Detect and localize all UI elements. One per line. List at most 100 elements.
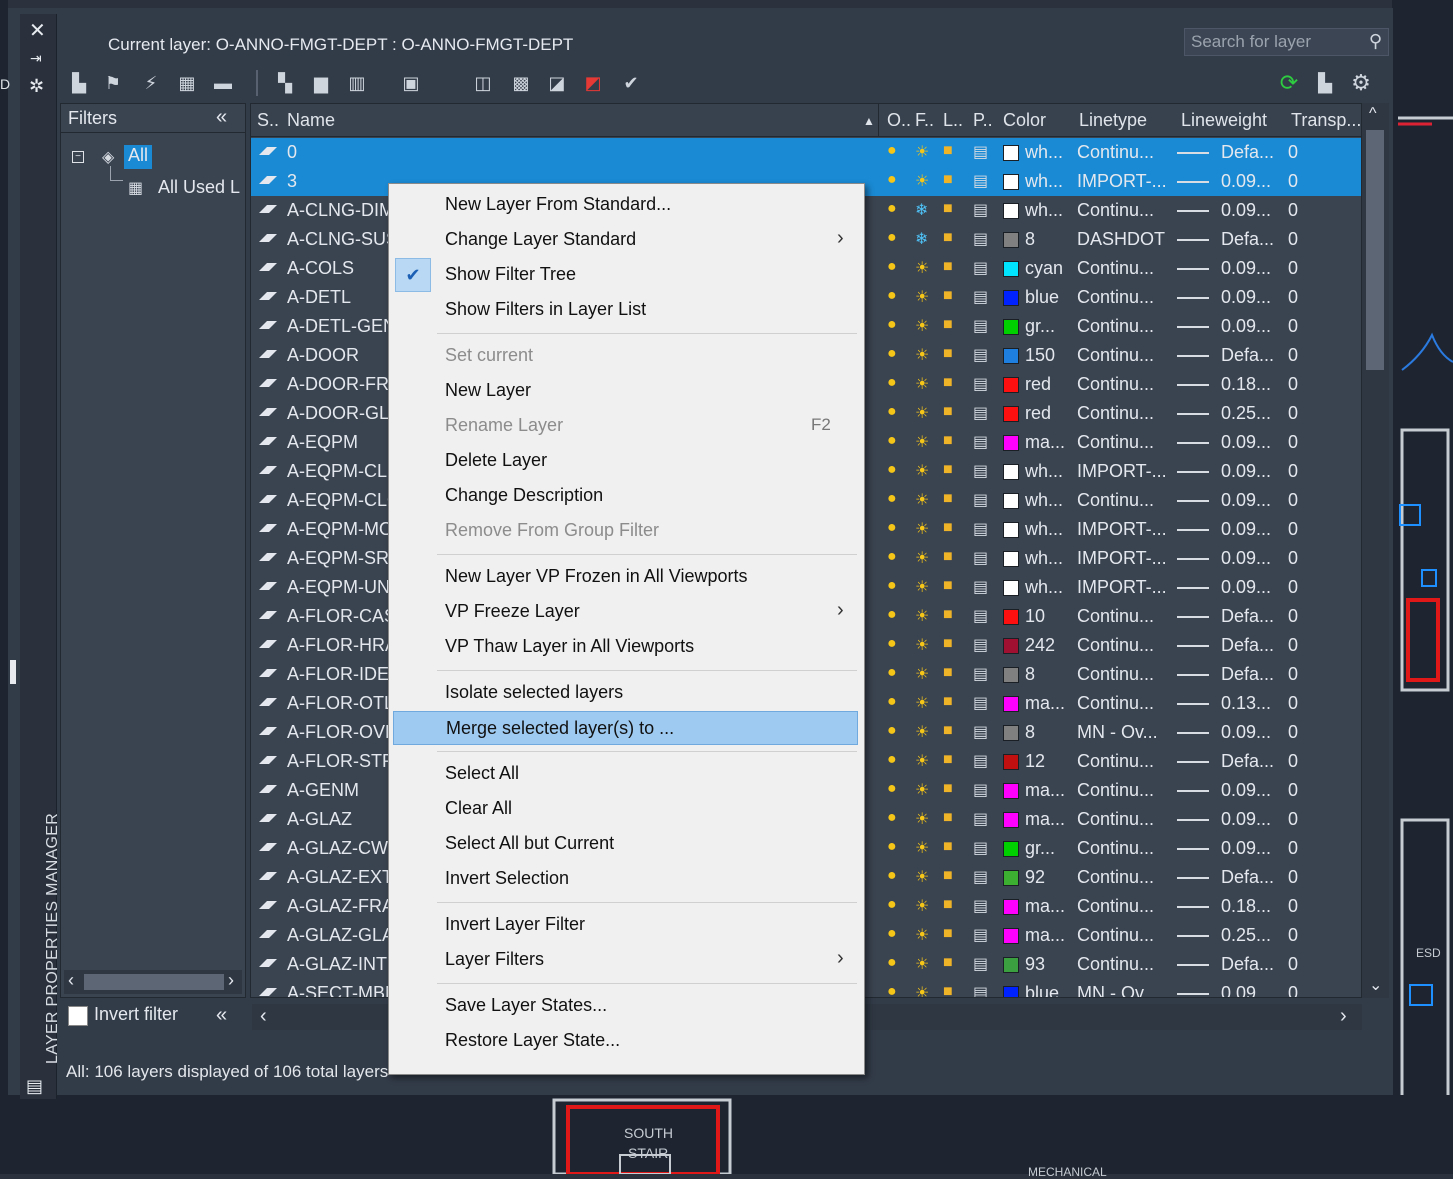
on-bulb-icon[interactable]: ● bbox=[887, 229, 897, 247]
unlocked-icon[interactable]: ■ bbox=[943, 345, 953, 363]
linetype[interactable]: Continu... bbox=[1077, 316, 1154, 337]
thawed-sun-icon[interactable]: ☀ bbox=[915, 693, 929, 713]
layer-tool-icon[interactable]: ▬ bbox=[210, 70, 236, 96]
linetype[interactable]: IMPORT-... bbox=[1077, 171, 1167, 192]
menu-item[interactable]: Restore Layer State... bbox=[393, 1024, 858, 1058]
menu-item[interactable]: Layer Filters › bbox=[393, 943, 858, 977]
plot-printer-icon[interactable]: ▤ bbox=[973, 345, 988, 365]
color-swatch[interactable] bbox=[1003, 638, 1019, 654]
color-name[interactable]: ma... bbox=[1025, 809, 1065, 830]
color-swatch[interactable] bbox=[1003, 696, 1019, 712]
collapse-filter-pane-button[interactable]: « bbox=[216, 1004, 227, 1027]
linetype[interactable]: IMPORT-... bbox=[1077, 519, 1167, 540]
menu-item[interactable]: Select All but Current bbox=[393, 827, 858, 861]
unlocked-icon[interactable]: ■ bbox=[943, 722, 953, 740]
thawed-sun-icon[interactable]: ☀ bbox=[915, 983, 929, 997]
menu-item[interactable]: Change Description bbox=[393, 479, 858, 513]
search-icon[interactable]: ⚲ bbox=[1369, 31, 1382, 52]
plot-printer-icon[interactable]: ▤ bbox=[973, 780, 988, 800]
plot-printer-icon[interactable]: ▤ bbox=[973, 548, 988, 568]
lineweight[interactable]: Defa... bbox=[1221, 664, 1274, 685]
on-bulb-icon[interactable]: ● bbox=[887, 577, 897, 595]
thawed-sun-icon[interactable]: ☀ bbox=[915, 490, 929, 510]
lineweight[interactable]: Defa... bbox=[1221, 229, 1274, 250]
plot-printer-icon[interactable]: ▤ bbox=[973, 200, 988, 220]
on-bulb-icon[interactable]: ● bbox=[887, 809, 897, 827]
on-bulb-icon[interactable]: ● bbox=[887, 954, 897, 972]
menu-item[interactable]: Select All bbox=[393, 757, 858, 791]
on-bulb-icon[interactable]: ● bbox=[887, 867, 897, 885]
layer-settings-icon[interactable]: ▤ bbox=[26, 1076, 43, 1097]
linetype[interactable]: IMPORT-... bbox=[1077, 577, 1167, 598]
color-name[interactable]: blue bbox=[1025, 287, 1059, 308]
unlocked-icon[interactable]: ■ bbox=[943, 432, 953, 450]
thawed-sun-icon[interactable]: ☀ bbox=[915, 896, 929, 916]
color-name[interactable]: red bbox=[1025, 403, 1051, 424]
new-vp-frozen-layer-icon[interactable]: ▩ bbox=[508, 70, 534, 96]
properties-gear-icon[interactable]: ✲ bbox=[29, 76, 44, 97]
unlocked-icon[interactable]: ■ bbox=[943, 374, 953, 392]
unlocked-icon[interactable]: ■ bbox=[943, 664, 953, 682]
color-swatch[interactable] bbox=[1003, 841, 1019, 857]
on-bulb-icon[interactable]: ● bbox=[887, 548, 897, 566]
unlocked-icon[interactable]: ■ bbox=[943, 519, 953, 537]
lineweight[interactable]: 0.09... bbox=[1221, 780, 1271, 801]
linetype[interactable]: Continu... bbox=[1077, 780, 1154, 801]
linetype[interactable]: Continu... bbox=[1077, 606, 1154, 627]
layer-row[interactable]: 0 ● ☀ ■ ▤ wh... Continu... Defa... 0 bbox=[251, 138, 1361, 167]
linetype[interactable]: Continu... bbox=[1077, 200, 1154, 221]
plot-printer-icon[interactable]: ▤ bbox=[973, 258, 988, 278]
plot-printer-icon[interactable]: ▤ bbox=[973, 374, 988, 394]
transparency[interactable]: 0 bbox=[1288, 838, 1298, 859]
on-bulb-icon[interactable]: ● bbox=[887, 461, 897, 479]
linetype[interactable]: Continu... bbox=[1077, 287, 1154, 308]
transparency[interactable]: 0 bbox=[1288, 896, 1298, 917]
color-name[interactable]: gr... bbox=[1025, 838, 1055, 859]
menu-item[interactable]: Delete Layer bbox=[393, 444, 858, 478]
color-name[interactable]: 93 bbox=[1025, 954, 1045, 975]
unlocked-icon[interactable]: ■ bbox=[943, 809, 953, 827]
menu-item[interactable]: Show Filters in Layer List bbox=[393, 293, 858, 327]
thawed-sun-icon[interactable]: ☀ bbox=[915, 461, 929, 481]
plot-printer-icon[interactable]: ▤ bbox=[973, 519, 988, 539]
thawed-sun-icon[interactable]: ☀ bbox=[915, 722, 929, 742]
plot-printer-icon[interactable]: ▤ bbox=[973, 490, 988, 510]
menu-item[interactable]: Invert Selection bbox=[393, 862, 858, 896]
on-bulb-icon[interactable]: ● bbox=[887, 896, 897, 914]
on-bulb-icon[interactable]: ● bbox=[887, 490, 897, 508]
drawing-area[interactable]: ESD bbox=[1392, 0, 1453, 1174]
transparency[interactable]: 0 bbox=[1288, 751, 1298, 772]
filter-tree-pane[interactable] bbox=[60, 103, 246, 998]
thawed-sun-icon[interactable]: ☀ bbox=[915, 954, 929, 974]
on-bulb-icon[interactable]: ● bbox=[887, 664, 897, 682]
transparency[interactable]: 0 bbox=[1288, 664, 1298, 685]
unlocked-icon[interactable]: ■ bbox=[943, 925, 953, 943]
on-bulb-icon[interactable]: ● bbox=[887, 432, 897, 450]
linetype[interactable]: DASHDOT bbox=[1077, 229, 1165, 250]
filter-hscroll[interactable]: ‹ › bbox=[64, 970, 242, 994]
unlocked-icon[interactable]: ■ bbox=[943, 780, 953, 798]
transparency[interactable]: 0 bbox=[1288, 403, 1298, 424]
lineweight[interactable]: Defa... bbox=[1221, 142, 1274, 163]
lineweight[interactable]: 0.09... bbox=[1221, 838, 1271, 859]
scroll-right-icon[interactable]: › bbox=[228, 970, 234, 991]
filter-hscroll-thumb[interactable] bbox=[84, 974, 224, 990]
transparency[interactable]: 0 bbox=[1288, 171, 1298, 192]
unlocked-icon[interactable]: ■ bbox=[943, 693, 953, 711]
frozen-snowflake-icon[interactable]: ❄ bbox=[915, 229, 928, 249]
menu-item[interactable]: Invert Layer Filter bbox=[393, 908, 858, 942]
thawed-sun-icon[interactable]: ☀ bbox=[915, 316, 929, 336]
linetype[interactable]: Continu... bbox=[1077, 867, 1154, 888]
close-icon[interactable]: ✕ bbox=[29, 18, 46, 43]
color-name[interactable]: 8 bbox=[1025, 664, 1035, 685]
color-name[interactable]: wh... bbox=[1025, 171, 1063, 192]
thawed-sun-icon[interactable]: ☀ bbox=[915, 809, 929, 829]
plot-printer-icon[interactable]: ▤ bbox=[973, 316, 988, 336]
transparency[interactable]: 0 bbox=[1288, 345, 1298, 366]
linetype[interactable]: IMPORT-... bbox=[1077, 461, 1167, 482]
unlocked-icon[interactable]: ■ bbox=[943, 577, 953, 595]
color-swatch[interactable] bbox=[1003, 957, 1019, 973]
color-swatch[interactable] bbox=[1003, 145, 1019, 161]
transparency[interactable]: 0 bbox=[1288, 519, 1298, 540]
on-bulb-icon[interactable]: ● bbox=[887, 258, 897, 276]
